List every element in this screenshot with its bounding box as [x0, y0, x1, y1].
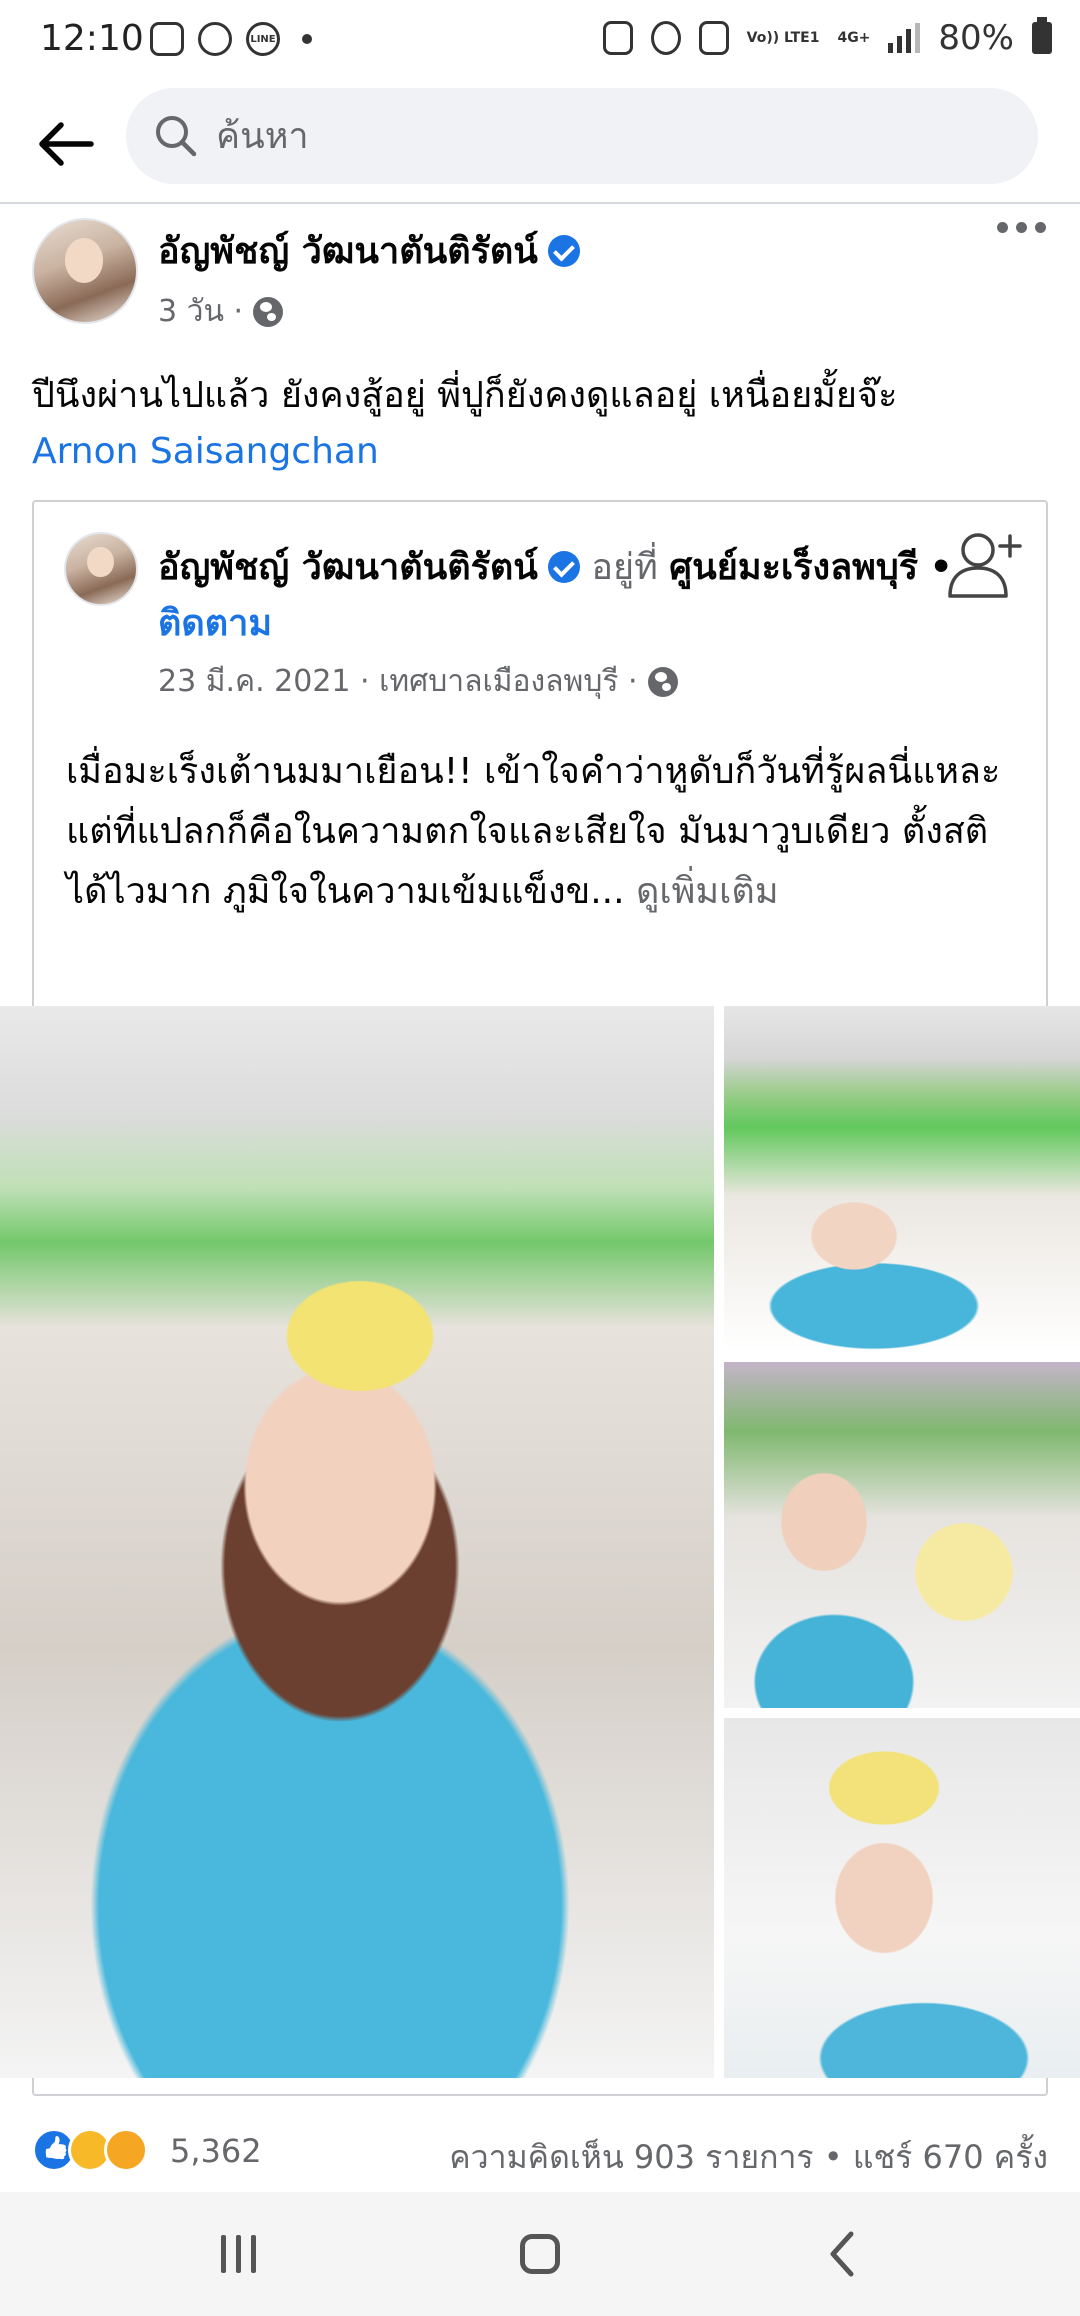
search-bar[interactable] — [126, 88, 1038, 184]
shared-author-avatar[interactable] — [64, 532, 138, 606]
photo-2[interactable] — [724, 1006, 1080, 1352]
alarm-icon — [650, 21, 681, 55]
battery-level: 80% — [938, 18, 1014, 58]
signal-icon — [888, 23, 921, 53]
public-globe-icon — [253, 296, 284, 327]
dot-icon — [1016, 222, 1027, 233]
add-friend-icon[interactable] — [944, 526, 1024, 606]
post-time[interactable]: 3 วัน · — [158, 288, 243, 335]
dot-icon — [997, 222, 1008, 233]
photo-4[interactable] — [724, 1718, 1080, 2078]
care-reaction-icon — [104, 2128, 148, 2172]
recent-apps-button[interactable] — [198, 2222, 278, 2286]
system-nav-bar — [0, 2192, 1080, 2316]
photo-3[interactable] — [724, 1362, 1080, 1708]
more-options-button[interactable] — [997, 222, 1046, 233]
dot-icon — [1035, 222, 1046, 233]
instagram-icon — [150, 22, 184, 56]
verified-badge-icon — [547, 551, 580, 583]
battery-saver-icon — [602, 21, 633, 55]
reaction-count[interactable]: 5,362 — [170, 2132, 262, 2170]
shared-body: เมื่อมะเร็งเต้านมมาเยือน!! เข้าใจคำว่าหู… — [66, 751, 1001, 912]
back-button[interactable] — [28, 106, 104, 182]
search-header — [0, 84, 1080, 204]
shared-post-text: เมื่อมะเร็งเต้านมมาเยือน!! เข้าใจคำว่าหู… — [66, 742, 1026, 922]
arrow-left-icon — [39, 122, 94, 166]
recent-apps-icon — [220, 2235, 226, 2273]
mention-link[interactable]: Arnon Saisangchan — [32, 424, 1052, 480]
shared-meta: 23 มี.ค. 2021 · เทศบาลเมืองลพบุรี · — [158, 658, 678, 705]
public-globe-icon — [647, 666, 678, 697]
status-time: 12:10 — [40, 18, 144, 59]
search-input[interactable] — [216, 115, 976, 157]
home-button[interactable] — [500, 2222, 580, 2286]
chevron-left-icon — [830, 2231, 854, 2277]
photo-1[interactable] — [0, 1006, 714, 2078]
shared-meta-text[interactable]: 23 มี.ค. 2021 · เทศบาลเมืองลพบุรี · — [158, 658, 638, 705]
network-gen-indicator: 4G+ — [837, 29, 871, 46]
home-icon — [520, 2234, 560, 2274]
nav-back-button[interactable] — [802, 2222, 882, 2286]
battery-icon — [1032, 17, 1052, 54]
mute-icon — [698, 21, 729, 55]
verified-badge-icon — [547, 235, 580, 267]
post-author[interactable]: อัญพัชญ์ วัฒนาตันติรัตน์ — [158, 222, 580, 279]
more-notifications-icon — [302, 34, 312, 44]
messenger-icon — [198, 22, 232, 56]
network-indicator: Vo)) LTE1 — [746, 29, 820, 46]
post-text: ปีนึงผ่านไปแล้ว ยังคงสู้อยู่ พี่ปูก็ยังค… — [32, 368, 1052, 480]
system-icons: Vo)) LTE1 4G+ 80% — [602, 17, 1052, 58]
comments-shares-count[interactable]: ความคิดเห็น 903 รายการ • แชร์ 670 ครั้ง — [449, 2132, 1048, 2183]
author-avatar[interactable] — [32, 218, 138, 324]
see-more-link[interactable]: ดูเพิ่มเติม — [636, 871, 779, 912]
reaction-icons[interactable] — [32, 2128, 148, 2172]
post-body: ปีนึงผ่านไปแล้ว ยังคงสู้อยู่ พี่ปูก็ยังค… — [32, 375, 898, 416]
reactions-bar: 5,362 ความคิดเห็น 903 รายการ • แชร์ 670 … — [0, 2118, 1080, 2194]
status-bar: 12:10 LINE Vo)) LTE1 4G+ 80% — [0, 0, 1080, 84]
location-link[interactable]: ศูนย์มะเร็งลพบุรี — [669, 547, 918, 588]
search-icon — [156, 116, 197, 157]
follow-button[interactable]: ติดตาม — [158, 603, 272, 644]
shared-author-line: อัญพัชญ์ วัฒนาตันติรัตน์ อยู่ที่ ศูนย์มะ… — [158, 540, 978, 652]
shared-author-name[interactable]: อัญพัชญ์ วัฒนาตันติรัตน์ — [158, 547, 538, 588]
notification-icons: LINE — [150, 22, 312, 56]
post-author-name[interactable]: อัญพัชญ์ วัฒนาตันติรัตน์ — [158, 231, 538, 272]
post-meta: 3 วัน · — [158, 288, 284, 335]
photo-grid — [0, 1006, 1080, 2078]
at-label: อยู่ที่ — [591, 547, 658, 588]
line-icon: LINE — [246, 22, 280, 56]
